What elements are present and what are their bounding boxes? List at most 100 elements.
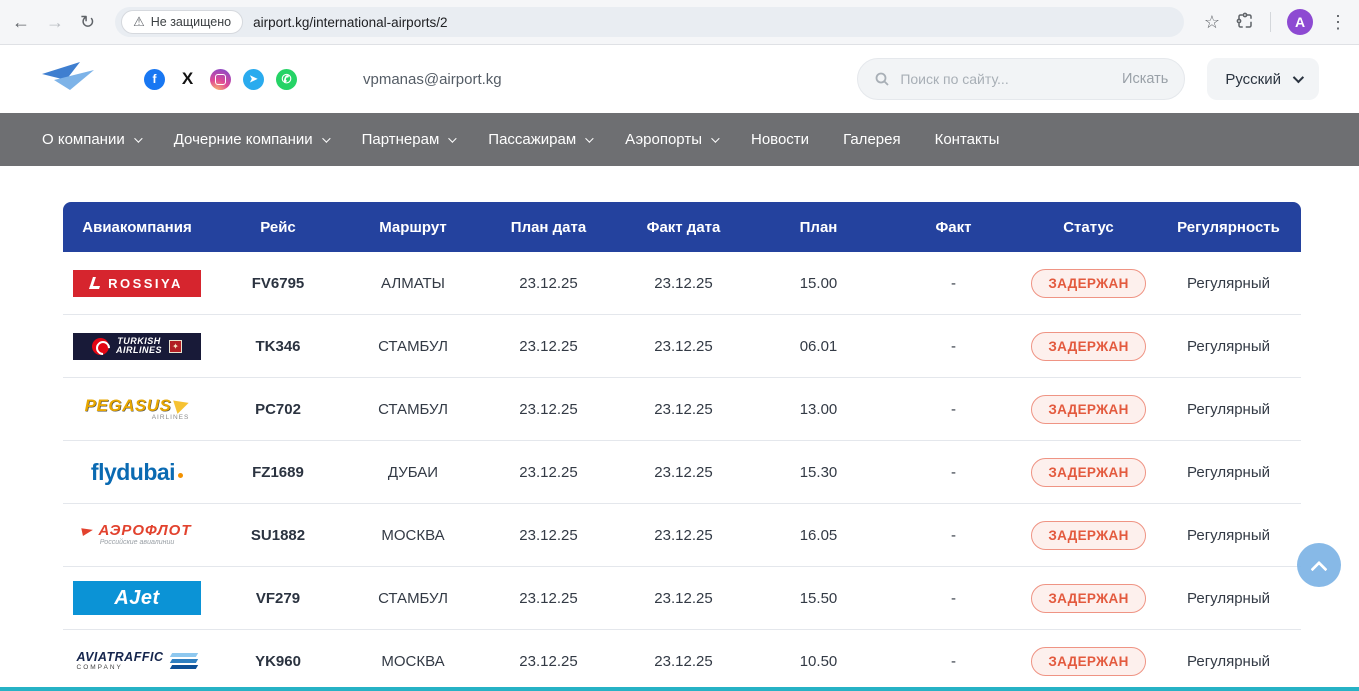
- column-header-regularity: Регулярность: [1156, 219, 1301, 236]
- search-button[interactable]: Искать: [1122, 71, 1168, 87]
- column-header-fact-date: Факт дата: [616, 219, 751, 236]
- plan-date: 23.12.25: [481, 464, 616, 481]
- aeroflot-wing-icon: [82, 526, 94, 536]
- language-label: Русский: [1225, 71, 1281, 88]
- plan-date: 23.12.25: [481, 275, 616, 292]
- column-header-airline: Авиакомпания: [63, 219, 211, 236]
- address-bar[interactable]: ⚠ Не защищено airport.kg/international-a…: [115, 7, 1184, 37]
- nav-item-contacts[interactable]: Контакты: [935, 131, 1000, 148]
- chevron-down-icon: [585, 134, 593, 142]
- plan-date: 23.12.25: [481, 527, 616, 544]
- chevron-down-icon: [322, 134, 330, 142]
- status-badge: ЗАДЕРЖАН: [1031, 647, 1145, 676]
- arrow-up-icon: [1311, 561, 1328, 578]
- search-input[interactable]: [900, 71, 1112, 87]
- fact-date: 23.12.25: [616, 527, 751, 544]
- status-badge: ЗАДЕРЖАН: [1031, 521, 1145, 550]
- rossiya-wing-icon: [89, 277, 103, 289]
- telegram-icon[interactable]: ➤: [243, 69, 264, 90]
- chevron-down-icon: [448, 134, 456, 142]
- security-chip[interactable]: ⚠ Не защищено: [121, 10, 243, 34]
- table-row: AJet VF279 СТАМБУЛ 23.12.25 23.12.25 15.…: [63, 567, 1301, 630]
- plan-time: 13.00: [751, 401, 886, 418]
- chevron-down-icon: [711, 134, 719, 142]
- flydubai-dot-icon: [178, 473, 183, 478]
- status-badge: ЗАДЕРЖАН: [1031, 332, 1145, 361]
- main-nav: О компании Дочерние компании Партнерам П…: [0, 113, 1359, 166]
- status-badge: ЗАДЕРЖАН: [1031, 458, 1145, 487]
- scroll-to-top-button[interactable]: [1297, 543, 1341, 587]
- nav-item-about[interactable]: О компании: [42, 131, 140, 148]
- regularity: Регулярный: [1156, 275, 1301, 292]
- plan-time: 15.50: [751, 590, 886, 607]
- fact-time: -: [886, 464, 1021, 481]
- flight-number: FV6795: [211, 275, 345, 292]
- regularity: Регулярный: [1156, 653, 1301, 670]
- regularity: Регулярный: [1156, 464, 1301, 481]
- x-twitter-icon[interactable]: X: [177, 69, 198, 90]
- flight-number: FZ1689: [211, 464, 345, 481]
- bookmark-star-icon[interactable]: ☆: [1204, 13, 1220, 31]
- reload-icon[interactable]: ↻: [80, 13, 95, 31]
- email-link[interactable]: vpmanas@airport.kg: [363, 71, 502, 88]
- table-row: AVIATRAFFIC COMPANY YK960 МОСКВА 23.12.2…: [63, 630, 1301, 691]
- plan-time: 15.00: [751, 275, 886, 292]
- table-row: TURKISH AIRLINES ✦ TK346 СТАМБУЛ 23.12.2…: [63, 315, 1301, 378]
- flight-number: SU1882: [211, 527, 345, 544]
- nav-item-airports[interactable]: Аэропорты: [625, 131, 717, 148]
- nav-item-news[interactable]: Новости: [751, 131, 809, 148]
- nav-item-partners[interactable]: Партнерам: [362, 131, 455, 148]
- extensions-icon[interactable]: [1236, 12, 1254, 33]
- airline-logo-ajet: AJet: [73, 581, 201, 615]
- fact-time: -: [886, 401, 1021, 418]
- instagram-icon[interactable]: [210, 69, 231, 90]
- social-links: f X ➤ ✆: [144, 69, 297, 90]
- flight-number: TK346: [211, 338, 345, 355]
- column-header-plan-date: План дата: [481, 219, 616, 236]
- airline-logo-aeroflot: АЭРОФЛОТ Российские авиалинии: [82, 523, 191, 547]
- table-row: PEGASUS AIRLINES PC702 СТАМБУЛ 23.12.25 …: [63, 378, 1301, 441]
- nav-item-subsidiaries[interactable]: Дочерние компании: [174, 131, 328, 148]
- table-row: flydubai FZ1689 ДУБАИ 23.12.25 23.12.25 …: [63, 441, 1301, 504]
- column-header-flight: Рейс: [211, 219, 345, 236]
- chevron-down-icon: [1293, 72, 1304, 83]
- plan-time: 15.30: [751, 464, 886, 481]
- fact-date: 23.12.25: [616, 401, 751, 418]
- back-icon[interactable]: ←: [12, 13, 30, 31]
- plan-date: 23.12.25: [481, 653, 616, 670]
- fact-time: -: [886, 653, 1021, 670]
- fact-time: -: [886, 527, 1021, 544]
- table-row: ROSSIYA FV6795 АЛМАТЫ 23.12.25 23.12.25 …: [63, 252, 1301, 315]
- airline-logo-flydubai: flydubai: [91, 459, 183, 486]
- facebook-icon[interactable]: f: [144, 69, 165, 90]
- menu-kebab-icon[interactable]: ⋮: [1329, 13, 1347, 31]
- turkish-crescent-icon: [92, 338, 109, 355]
- route: СТАМБУЛ: [345, 401, 481, 418]
- table-header-row: Авиакомпания Рейс Маршрут План дата Факт…: [63, 202, 1301, 252]
- flight-number: YK960: [211, 653, 345, 670]
- aviatraffic-stripes-icon: [171, 653, 197, 669]
- plan-time: 16.05: [751, 527, 886, 544]
- route: МОСКВА: [345, 653, 481, 670]
- flight-number: PC702: [211, 401, 345, 418]
- profile-avatar[interactable]: A: [1287, 9, 1313, 35]
- fact-date: 23.12.25: [616, 275, 751, 292]
- plan-date: 23.12.25: [481, 338, 616, 355]
- column-header-fact: Факт: [886, 219, 1021, 236]
- whatsapp-icon[interactable]: ✆: [276, 69, 297, 90]
- nav-item-gallery[interactable]: Галерея: [843, 131, 901, 148]
- column-header-status: Статус: [1021, 219, 1156, 236]
- regularity: Регулярный: [1156, 590, 1301, 607]
- forward-icon[interactable]: →: [46, 13, 64, 31]
- nav-item-passengers[interactable]: Пассажирам: [488, 131, 591, 148]
- chevron-down-icon: [134, 134, 142, 142]
- route: СТАМБУЛ: [345, 338, 481, 355]
- site-header: f X ➤ ✆ vpmanas@airport.kg Искать Русски…: [0, 45, 1359, 113]
- footer-accent-strip: [0, 687, 1359, 691]
- browser-toolbar: ← → ↻ ⚠ Не защищено airport.kg/internati…: [0, 0, 1359, 45]
- route: МОСКВА: [345, 527, 481, 544]
- site-logo[interactable]: [40, 60, 96, 98]
- airline-logo-rossiya: ROSSIYA: [73, 270, 201, 297]
- language-selector[interactable]: Русский: [1207, 58, 1319, 100]
- fact-time: -: [886, 275, 1021, 292]
